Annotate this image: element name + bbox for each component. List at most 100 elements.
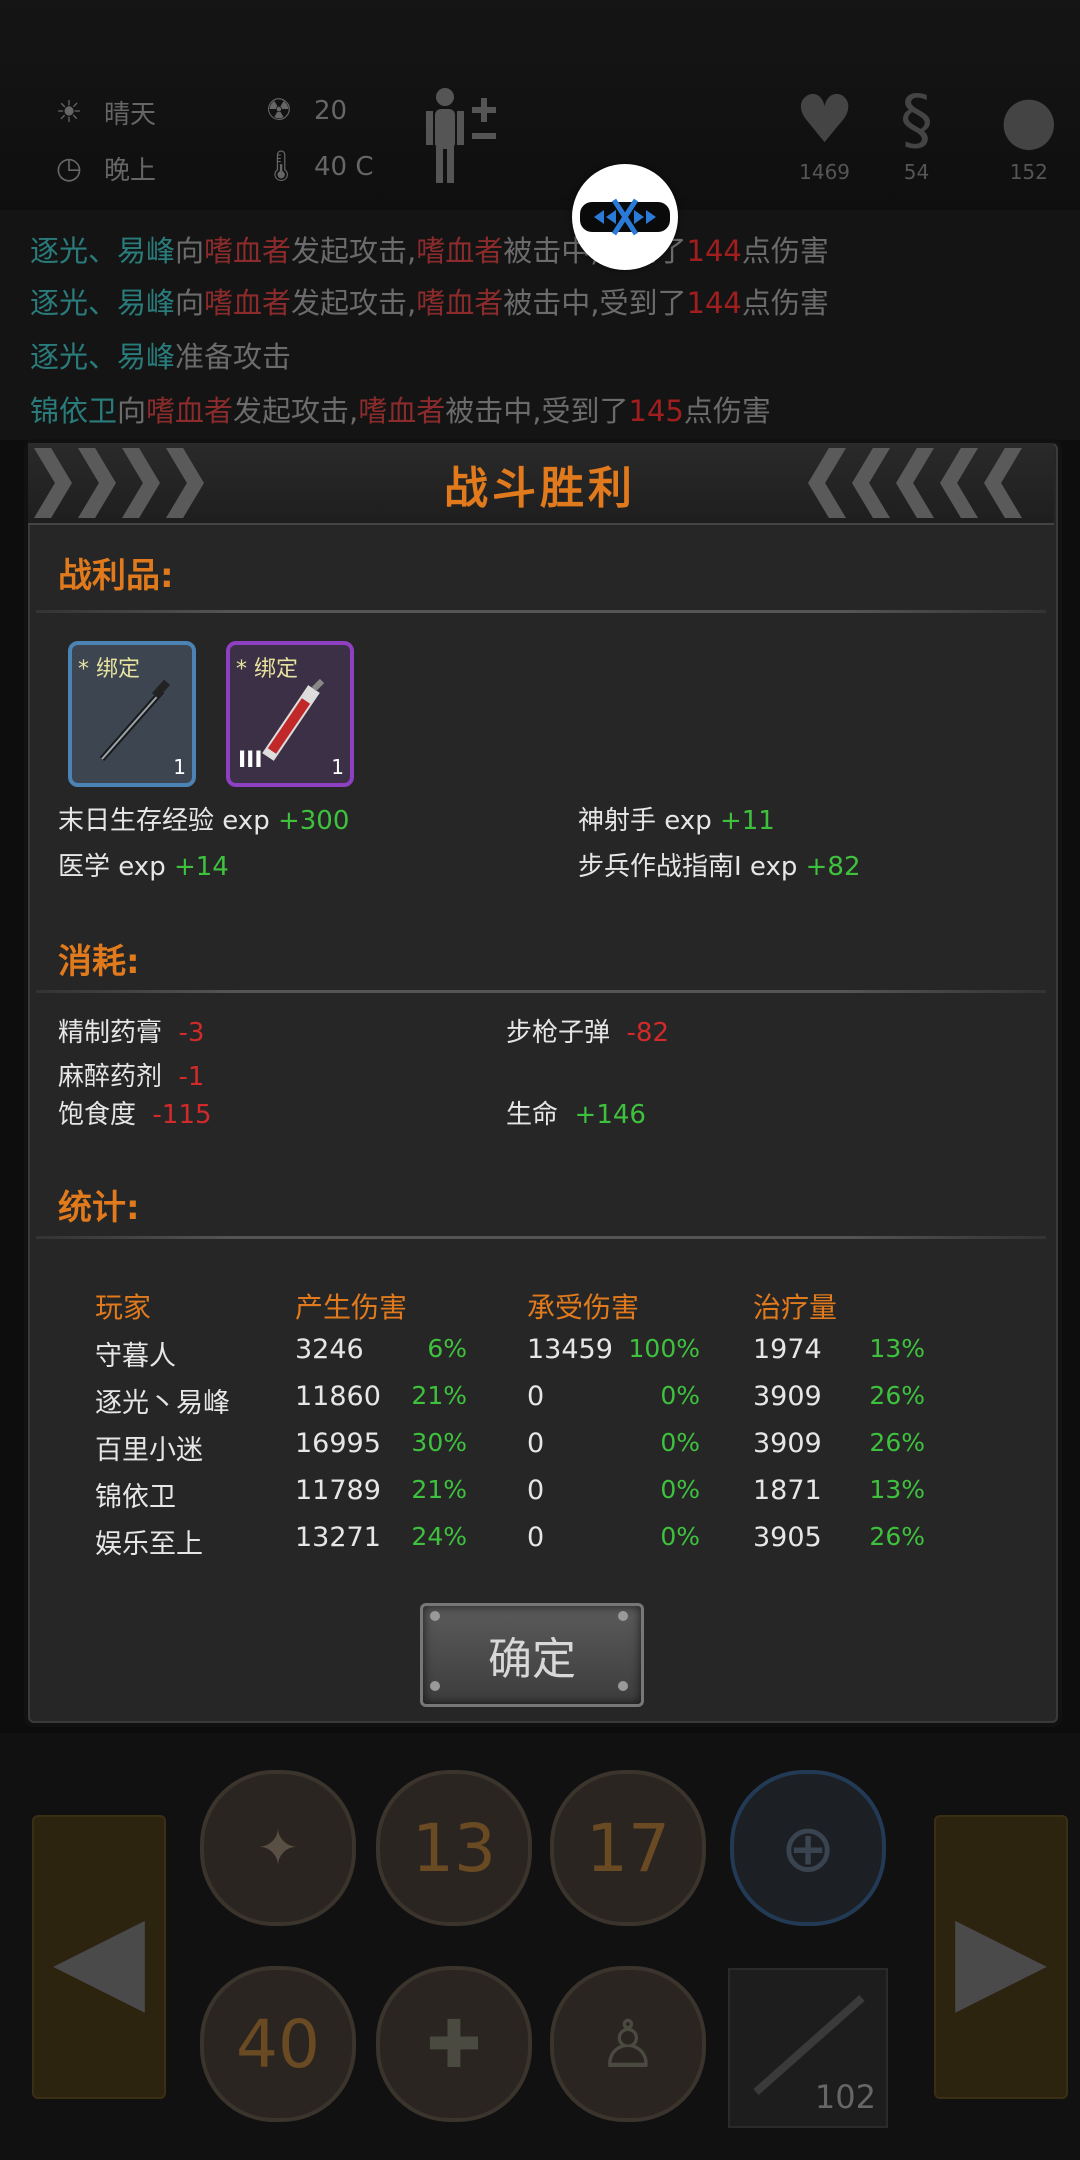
log-line: 逐光、易峰向嗜血者发起攻击,嗜血者被击中,受到了144点伤害 [30,286,829,320]
player-name: 百里小迷 [95,1434,203,1466]
nail-icon [99,679,170,761]
head-icon: ● [1000,81,1058,158]
sniper-skill-button[interactable]: ✦ [200,1770,356,1926]
player-name: 娱乐至上 [95,1528,203,1560]
damage-taken-pct: 0% [660,1474,700,1504]
time-status: ◷ 晚上 [52,150,156,187]
skill-button-13[interactable]: 13 [376,1770,532,1926]
player-name: 锦依卫 [95,1481,176,1513]
heal-figure-icon: ♙ [598,2005,658,2083]
damage-dealt-pct: 30% [411,1427,467,1457]
damage-dealt-pct: 21% [411,1380,467,1410]
body-figure-icon [426,88,496,183]
tier-badge: III [238,748,263,773]
exp-marksman: 神射手 exp +11 [578,806,775,836]
skill-count: 13 [412,1809,496,1887]
healing: 3905 [753,1521,822,1553]
damage-taken-pct: 100% [628,1334,700,1363]
victory-title: 战斗胜利 [444,463,636,514]
consume-life: 生命 +146 [506,1100,646,1130]
player-name: 守暮人 [95,1341,176,1372]
hunger-vital: § 54 [900,80,933,184]
rivet [430,1681,440,1691]
loot-section-title: 战利品: [58,556,174,596]
damage-taken: 0 [527,1427,545,1459]
heal-skill-button[interactable]: ♙ [550,1966,706,2122]
temperature-status: 🌡 40 C [262,150,374,184]
damage-taken: 13459 [527,1334,613,1365]
consume-section-title: 消耗: [58,942,140,982]
skill-button-17[interactable]: 17 [550,1770,706,1926]
crosshair-icon: ⊕ [780,1809,836,1887]
gamepad-logo-icon [580,198,670,236]
log-line: 逐光、易峰准备攻击 [30,340,292,374]
weapon-slot[interactable]: 102 [728,1968,888,2128]
combat-log[interactable]: 逐光、易峰向嗜血者发起攻击,嗜血者被击中,受到了144点伤害 逐光、易峰向嗜血者… [0,210,1080,440]
item-count: 1 [331,755,344,779]
divider [36,610,1046,613]
damage-dealt: 13271 [295,1521,381,1553]
health-value: 1469 [799,160,851,184]
damage-dealt-pct: 21% [411,1474,467,1504]
stats-section-title: 统计: [58,1188,140,1228]
damage-dealt: 11860 [295,1380,381,1412]
weather-icon: ☀ [55,94,83,130]
medkit-skill-button[interactable]: ✚ [376,1966,532,2122]
healing-pct: 13% [869,1334,925,1363]
rivet [618,1681,628,1691]
consume-ointment: 精制药膏 -3 [58,1018,205,1048]
damage-dealt: 3246 [295,1334,364,1365]
confirm-button[interactable]: 确定 [420,1603,644,1707]
app-logo[interactable] [572,164,678,270]
skill-count: 17 [586,1809,670,1887]
hunger-value: 54 [903,160,930,184]
healing-pct: 13% [869,1474,925,1504]
thermometer-icon: 🌡 [262,149,301,184]
damage-dealt: 16995 [295,1427,381,1459]
mood-vital: ● 152 [1000,80,1058,184]
loot-item-syringe[interactable]: * 绑定 III 1 [226,641,354,787]
damage-taken: 0 [527,1474,545,1506]
exp-infantry: 步兵作战指南Ⅰ exp +82 [578,852,861,882]
radiation-value: 20 [314,96,348,126]
skill-button-40[interactable]: 40 [200,1966,356,2122]
temperature-value: 40 C [314,152,374,182]
damage-dealt: 11789 [295,1474,381,1506]
damage-taken-pct: 0% [660,1380,700,1410]
damage-taken: 0 [527,1380,545,1412]
divider [36,1236,1046,1239]
healing: 1871 [753,1474,822,1506]
log-line: 逐光、易峰向嗜血者发起攻击,嗜血者被击中,受到了144点伤害 [30,234,829,268]
consume-satiety: 饱食度 -115 [58,1100,212,1130]
healing: 3909 [753,1427,822,1459]
exp-medicine: 医学 exp +14 [58,852,229,882]
next-page-button[interactable]: ▶ [934,1815,1068,2099]
header-damage-taken: 承受伤害 [527,1291,640,1324]
loot-item-nail[interactable]: * 绑定 1 [68,641,196,787]
damage-taken: 0 [527,1521,545,1553]
body-status-button[interactable] [420,85,510,185]
prev-page-button[interactable]: ◀ [32,1815,166,2099]
time-label: 晚上 [104,156,157,186]
weather-status: ☀ 晴天 [52,94,156,131]
radiation-icon: ☢ [265,93,293,128]
rivet [618,1611,628,1621]
healing-pct: 26% [869,1427,925,1457]
damage-dealt-pct: 24% [411,1521,467,1551]
consume-anesthetic: 麻醉药剂 -1 [58,1062,205,1092]
player-name: 逐光丶易峰 [95,1387,230,1419]
aim-skill-button[interactable]: ⊕ [730,1770,886,1926]
rivet [430,1611,440,1621]
weather-label: 晴天 [104,100,157,130]
header-damage-dealt: 产生伤害 [295,1291,408,1324]
item-count: 1 [173,755,186,779]
damage-taken-pct: 0% [660,1521,700,1551]
heart-icon: ♥ [795,81,855,158]
divider [36,990,1046,993]
medkit-icon: ✚ [426,2005,482,2083]
damage-dealt-pct: 6% [427,1334,467,1363]
damage-taken-pct: 0% [660,1427,700,1457]
healing: 3909 [753,1380,822,1412]
clock-icon: ◷ [55,150,83,186]
sniper-icon: ✦ [257,1819,299,1877]
